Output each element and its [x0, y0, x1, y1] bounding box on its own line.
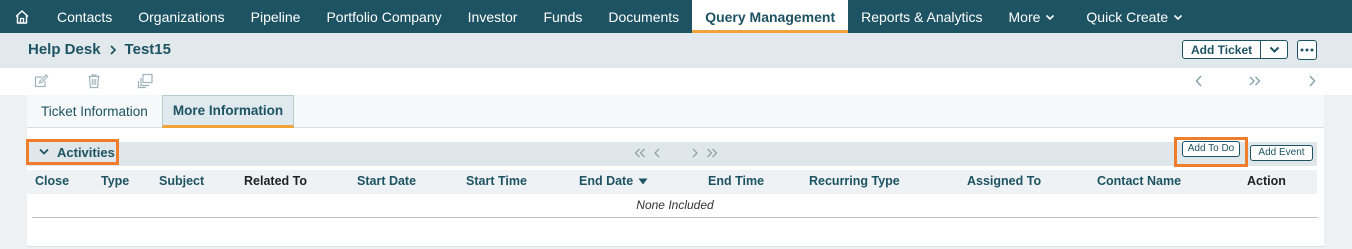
nav-item-label: Pipeline: [250, 8, 301, 25]
nav-item-investor[interactable]: Investor: [455, 0, 531, 33]
activities-toggle[interactable]: Activities: [26, 139, 119, 165]
nav-item-portfolio-company[interactable]: Portfolio Company: [313, 0, 454, 33]
add-todo-button[interactable]: Add To Do: [1182, 141, 1240, 157]
chevron-left-icon: [1195, 75, 1202, 87]
column-end-date-label: End Date: [579, 174, 634, 188]
double-chevron-right-icon: [707, 148, 718, 158]
add-todo-highlight: Add To Do: [1174, 137, 1248, 167]
nav-item-funds[interactable]: Funds: [530, 0, 595, 33]
chevron-down-icon: [1173, 12, 1183, 22]
add-ticket-dropdown[interactable]: [1260, 41, 1287, 58]
nav-item-label: Investor: [467, 8, 518, 25]
record-toolbar: [0, 68, 1352, 95]
empty-table-message: None Included: [32, 194, 1318, 218]
column-related-to: Related To: [244, 174, 307, 188]
add-ticket-button[interactable]: Add Ticket: [1183, 41, 1260, 58]
add-ticket-split-button: Add Ticket: [1182, 40, 1289, 59]
nav-item-documents[interactable]: Documents: [595, 0, 692, 33]
breadcrumb: Help Desk Test15: [28, 41, 171, 58]
next-record-button[interactable]: [1306, 73, 1318, 94]
edit-icon[interactable]: [33, 73, 49, 94]
tab-more-information[interactable]: More Information: [162, 95, 294, 128]
previous-page-button[interactable]: [652, 147, 662, 159]
ellipsis-icon: [1300, 48, 1314, 52]
last-page-button[interactable]: [705, 147, 719, 159]
chevron-right-icon: [1309, 75, 1316, 87]
chevron-right-icon: [692, 148, 698, 158]
chevron-left-icon: [654, 148, 660, 158]
nav-item-label: Contacts: [57, 8, 113, 25]
nav-item-organizations[interactable]: Organizations: [125, 0, 237, 33]
nav-item-reports-analytics[interactable]: Reports & Analytics: [848, 0, 995, 33]
activities-section-header: Activities Add To Do Add Event: [26, 137, 1317, 167]
nav-item-contacts[interactable]: Contacts: [44, 0, 125, 33]
chevron-down-icon: [39, 148, 49, 156]
add-event-button[interactable]: Add Event: [1250, 145, 1313, 161]
trash-icon[interactable]: [86, 73, 102, 94]
nav-more-menu[interactable]: More: [996, 0, 1069, 33]
previous-record-button[interactable]: [1193, 73, 1205, 94]
column-start-date[interactable]: Start Date: [357, 174, 416, 188]
nav-item-label: Reports & Analytics: [861, 8, 983, 25]
column-start-time[interactable]: Start Time: [466, 174, 527, 188]
breadcrumb-module[interactable]: Help Desk: [28, 41, 101, 58]
record-header: Help Desk Test15 Add Ticket: [0, 33, 1352, 68]
duplicate-icon[interactable]: [137, 73, 155, 94]
chevron-down-icon: [1045, 12, 1055, 22]
nav-quick-create-menu[interactable]: Quick Create: [1068, 0, 1196, 33]
activities-table-header: Close Type Subject Related To Start Date…: [27, 170, 1317, 194]
column-end-time[interactable]: End Time: [708, 174, 764, 188]
nav-item-query-management[interactable]: Query Management: [692, 0, 849, 33]
nav-more-label: More: [1008, 8, 1041, 25]
top-navigation: Contacts Organizations Pipeline Portfoli…: [0, 0, 1352, 33]
nav-item-label: Portfolio Company: [326, 8, 442, 25]
more-actions-button[interactable]: [1297, 40, 1317, 60]
nav-item-label: Documents: [608, 8, 680, 25]
column-contact-name[interactable]: Contact Name: [1097, 174, 1181, 188]
nav-item-pipeline[interactable]: Pipeline: [238, 0, 314, 33]
breadcrumb-record: Test15: [124, 41, 171, 58]
column-assigned-to[interactable]: Assigned To: [967, 174, 1041, 188]
double-chevron-left-icon: [634, 148, 645, 158]
home-icon: [15, 9, 29, 24]
next-page-button[interactable]: [690, 147, 700, 159]
sort-descending-icon: [638, 178, 648, 185]
nav-item-label: Organizations: [138, 8, 225, 25]
double-chevron-right-icon: [1249, 76, 1261, 86]
column-action: Action: [1247, 174, 1286, 188]
column-type[interactable]: Type: [101, 174, 129, 188]
home-button[interactable]: [0, 0, 44, 33]
nav-item-label: Query Management: [705, 8, 836, 25]
record-detail-card: Ticket Information More Information Acti…: [26, 95, 1324, 247]
record-tabs: Ticket Information More Information: [27, 95, 1324, 128]
column-recurring-type[interactable]: Recurring Type: [809, 174, 900, 188]
column-close[interactable]: Close: [35, 174, 69, 188]
tab-ticket-information[interactable]: Ticket Information: [41, 95, 148, 128]
nav-quick-create-label: Quick Create: [1086, 8, 1169, 25]
chevron-right-icon: [108, 44, 118, 56]
jump-record-button[interactable]: [1247, 73, 1263, 94]
nav-item-label: Funds: [543, 8, 583, 25]
activities-title: Activities: [57, 144, 115, 160]
first-page-button[interactable]: [633, 147, 647, 159]
column-end-date[interactable]: End Date: [579, 174, 648, 188]
column-subject[interactable]: Subject: [159, 174, 204, 188]
chevron-down-icon: [1269, 46, 1279, 53]
